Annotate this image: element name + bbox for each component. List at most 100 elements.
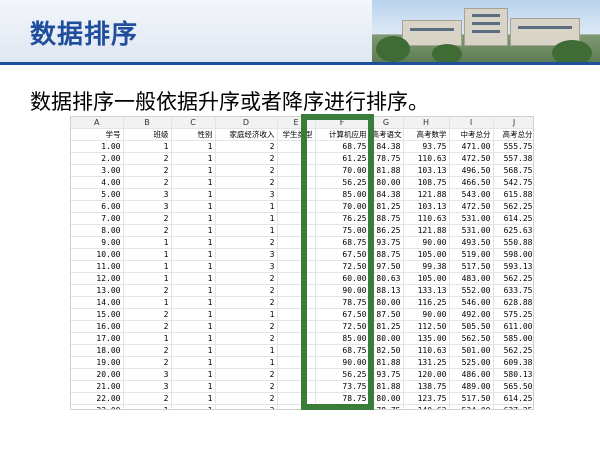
table-cell[interactable] (277, 368, 316, 382)
table-cell[interactable]: 1 (171, 356, 216, 370)
table-cell[interactable]: 85.00 (315, 332, 370, 346)
column-header[interactable]: 高考语文 (369, 128, 404, 142)
table-cell[interactable]: 70.00 (315, 164, 370, 178)
table-cell[interactable]: 87.50 (369, 308, 404, 322)
table-cell[interactable]: 2 (215, 368, 278, 382)
table-cell[interactable]: 580.13 (493, 368, 533, 382)
table-cell[interactable]: 67.50 (315, 308, 370, 322)
table-cell[interactable]: 56.25 (315, 176, 370, 190)
table-cell[interactable]: 80.00 (369, 392, 404, 406)
table-cell[interactable]: 1 (215, 356, 278, 370)
table-cell[interactable]: 70.00 (315, 200, 370, 214)
table-cell[interactable]: 1 (123, 296, 172, 310)
table-cell[interactable]: 2 (215, 176, 278, 190)
table-cell[interactable]: 108.75 (403, 176, 450, 190)
table-cell[interactable]: 628.88 (493, 296, 533, 310)
table-cell[interactable]: 2 (123, 164, 172, 178)
table-cell[interactable]: 557.38 (493, 152, 533, 166)
table-cell[interactable]: 2 (215, 140, 278, 154)
table-cell[interactable]: 103.13 (403, 200, 450, 214)
table-cell[interactable]: 562.25 (493, 200, 533, 214)
table-cell[interactable]: 496.50 (449, 164, 494, 178)
table-cell[interactable] (277, 308, 316, 322)
table-cell[interactable]: 519.00 (449, 248, 494, 262)
table-cell[interactable]: 1 (171, 284, 216, 298)
table-cell[interactable]: 1 (171, 248, 216, 262)
table-cell[interactable]: 2 (215, 296, 278, 310)
table-cell[interactable]: 4.00 (71, 176, 124, 190)
table-cell[interactable] (277, 176, 316, 190)
table-cell[interactable]: 6.00 (71, 200, 124, 214)
table-cell[interactable]: 81.88 (369, 164, 404, 178)
table-cell[interactable]: 1 (171, 152, 216, 166)
table-cell[interactable]: 60.00 (315, 272, 370, 286)
table-cell[interactable]: 112.50 (403, 320, 450, 334)
column-letter[interactable]: E (277, 117, 316, 130)
table-cell[interactable]: 65.00 (315, 404, 370, 409)
table-cell[interactable]: 2 (215, 380, 278, 394)
table-cell[interactable]: 633.75 (493, 284, 533, 298)
table-cell[interactable]: 1 (123, 260, 172, 274)
table-cell[interactable]: 1 (171, 332, 216, 346)
column-header[interactable]: 学号 (71, 128, 124, 142)
column-letter[interactable]: J (493, 117, 533, 130)
table-cell[interactable]: 472.50 (449, 200, 494, 214)
table-cell[interactable]: 493.50 (449, 236, 494, 250)
table-cell[interactable] (277, 296, 316, 310)
table-cell[interactable]: 1 (123, 332, 172, 346)
table-cell[interactable]: 82.50 (369, 344, 404, 358)
table-cell[interactable]: 611.00 (493, 320, 533, 334)
table-cell[interactable]: 116.25 (403, 296, 450, 310)
table-cell[interactable]: 1 (171, 140, 216, 154)
table-cell[interactable]: 471.00 (449, 140, 494, 154)
table-cell[interactable]: 1 (215, 212, 278, 226)
table-cell[interactable]: 81.25 (369, 200, 404, 214)
table-cell[interactable]: 80.63 (369, 272, 404, 286)
table-cell[interactable]: 2 (215, 284, 278, 298)
column-letter[interactable]: I (449, 117, 494, 130)
table-cell[interactable]: 81.88 (369, 356, 404, 370)
table-cell[interactable]: 133.13 (403, 284, 450, 298)
table-cell[interactable]: 14.00 (71, 296, 124, 310)
table-cell[interactable] (277, 188, 316, 202)
table-cell[interactable]: 1 (123, 272, 172, 286)
table-cell[interactable]: 2 (123, 152, 172, 166)
table-cell[interactable]: 2 (215, 272, 278, 286)
table-cell[interactable] (277, 272, 316, 286)
table-cell[interactable] (277, 248, 316, 262)
table-cell[interactable]: 625.63 (493, 224, 533, 238)
table-cell[interactable]: 585.00 (493, 332, 533, 346)
table-cell[interactable]: 80.00 (369, 176, 404, 190)
table-cell[interactable]: 2 (123, 224, 172, 238)
table-cell[interactable]: 1 (123, 140, 172, 154)
table-cell[interactable]: 3 (215, 260, 278, 274)
table-cell[interactable] (277, 140, 316, 154)
table-cell[interactable]: 534.00 (449, 404, 494, 409)
table-cell[interactable]: 81.25 (369, 320, 404, 334)
table-cell[interactable]: 2 (123, 176, 172, 190)
table-cell[interactable]: 86.25 (369, 224, 404, 238)
column-letter[interactable]: G (369, 117, 404, 130)
table-cell[interactable]: 7.00 (71, 212, 124, 226)
table-cell[interactable]: 517.50 (449, 392, 494, 406)
table-cell[interactable]: 2 (215, 164, 278, 178)
table-cell[interactable]: 1 (171, 212, 216, 226)
table-cell[interactable]: 135.00 (403, 332, 450, 346)
table-cell[interactable] (277, 236, 316, 250)
table-cell[interactable]: 486.00 (449, 368, 494, 382)
table-cell[interactable]: 73.75 (315, 380, 370, 394)
table-cell[interactable]: 90.00 (403, 308, 450, 322)
table-cell[interactable]: 93.75 (369, 368, 404, 382)
table-cell[interactable]: 1 (171, 368, 216, 382)
table-cell[interactable] (277, 284, 316, 298)
table-cell[interactable]: 2 (123, 392, 172, 406)
table-cell[interactable]: 2 (123, 308, 172, 322)
table-cell[interactable]: 2 (123, 284, 172, 298)
table-cell[interactable]: 68.75 (315, 344, 370, 358)
column-header[interactable]: 班级 (123, 128, 172, 142)
table-cell[interactable]: 492.00 (449, 308, 494, 322)
table-cell[interactable]: 72.50 (315, 320, 370, 334)
table-cell[interactable]: 501.00 (449, 344, 494, 358)
table-cell[interactable]: 1 (215, 224, 278, 238)
table-cell[interactable]: 13.00 (71, 284, 124, 298)
